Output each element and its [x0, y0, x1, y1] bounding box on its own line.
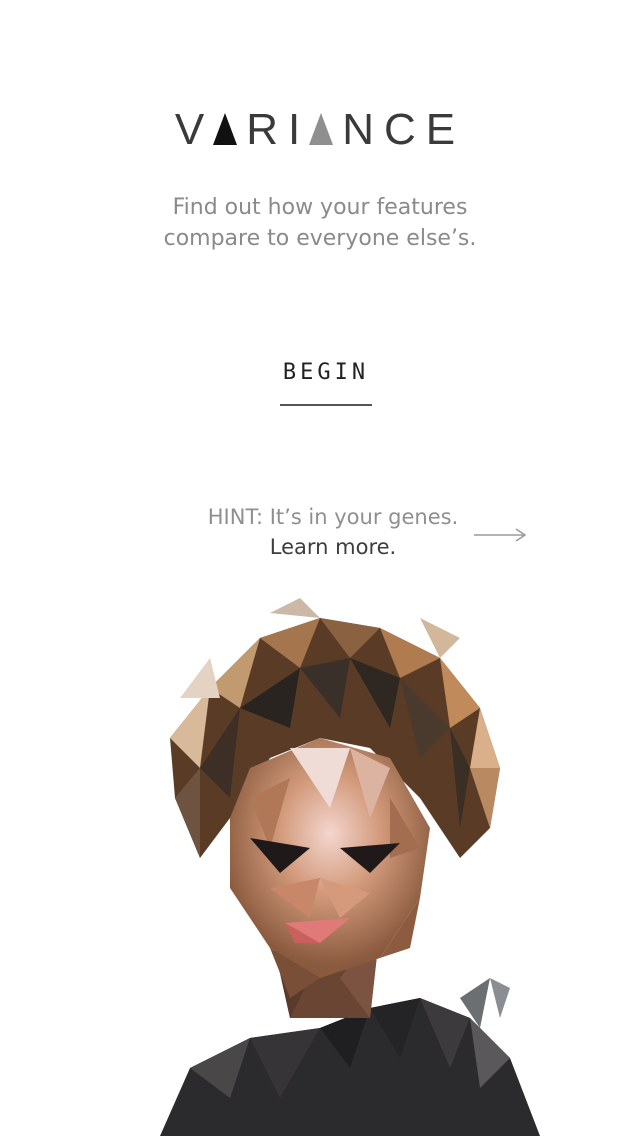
tagline-line-2: compare to everyone else’s. — [163, 226, 477, 251]
learn-more-link[interactable]: Learn more. — [150, 532, 516, 562]
portrait-face — [230, 738, 430, 998]
logo-text-middle: RI — [246, 105, 311, 154]
arrow-right-icon[interactable] — [472, 525, 528, 545]
tagline: Find out how your features compare to ev… — [0, 192, 640, 254]
hint-block: HINT: It’s in your genes. Learn more. — [150, 502, 516, 562]
low-poly-portrait — [160, 598, 540, 1136]
logo-text-start: V — [174, 105, 215, 154]
logo-triangle-dark-icon — [213, 113, 238, 145]
logo-triangle-light-icon — [309, 113, 334, 145]
tagline-line-1: Find out how your features — [172, 195, 468, 220]
app-logo: V RI NCE — [0, 106, 640, 154]
hint-text: HINT: It’s in your genes. — [207, 505, 459, 529]
logo-text-end: NCE — [342, 105, 466, 154]
begin-button[interactable]: BEGIN — [280, 358, 372, 406]
